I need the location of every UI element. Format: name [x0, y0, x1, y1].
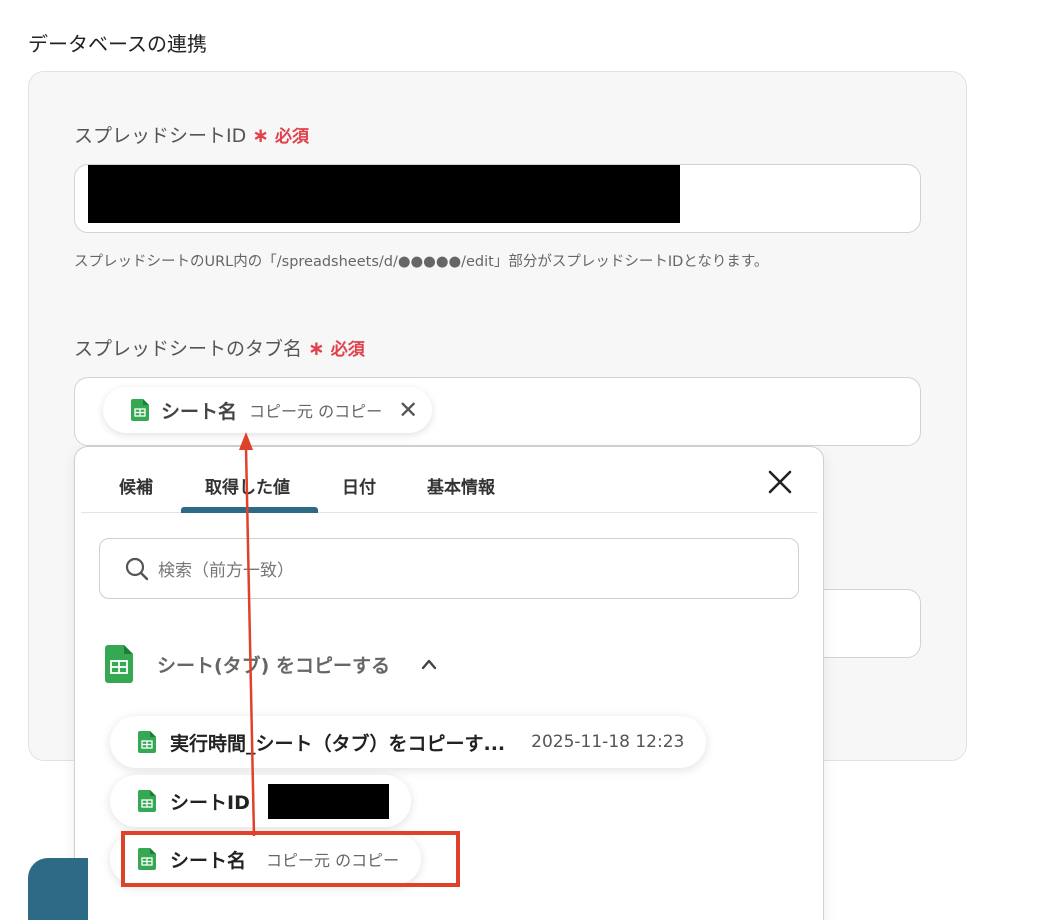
tab-date[interactable]: 日付: [342, 473, 376, 498]
search-icon: [125, 557, 149, 580]
required-mark: ∗: [308, 335, 325, 360]
sheets-icon: [138, 731, 156, 753]
section-title: データベースの連携: [28, 32, 207, 56]
tab-acquired-values[interactable]: 取得した値: [205, 473, 290, 498]
close-icon[interactable]: [765, 467, 795, 497]
highlight-box: [121, 831, 460, 887]
redacted-value: [267, 783, 389, 819]
item-label: 実行時間_シート（タブ）をコピーす...: [170, 732, 506, 755]
sheets-icon: [138, 790, 156, 812]
page: データベースの連携 スプレッドシートID ∗ 必須 スプレッドシートのURL内の…: [0, 0, 1048, 920]
sheets-icon: [105, 645, 133, 683]
item-label: シートID: [170, 791, 250, 814]
tab-name-label: スプレッドシートのタブ名 ∗ 必須: [74, 334, 365, 361]
chip-main-text: シート名: [161, 400, 238, 423]
spreadsheet-id-help: スプレッドシートのURL内の「/spreadsheets/d/●●●●●/edi…: [74, 254, 769, 270]
sheets-icon: [131, 399, 149, 421]
group-label: シート(タブ) をコピーする: [157, 654, 390, 677]
search-input[interactable]: 検索（前方一致）: [99, 538, 799, 599]
chip-sub-text: コピー元 のコピー: [249, 402, 383, 421]
popover-tabs: 候補 取得した値 日付 基本情報: [81, 447, 817, 513]
spreadsheet-id-input[interactable]: [74, 164, 921, 233]
list-item[interactable]: 実行時間_シート（タブ）をコピーす... 2025-11-18 12:23: [110, 716, 707, 768]
spreadsheet-id-label: スプレッドシートID ∗ 必須: [74, 121, 309, 148]
chevron-up-icon[interactable]: [420, 658, 438, 670]
required-mark: ∗: [252, 122, 269, 147]
required-text: 必須: [275, 127, 309, 147]
tab-name-value-chip[interactable]: シート名 コピー元 のコピー ✕: [103, 387, 433, 433]
list-item[interactable]: シートID: [110, 775, 411, 827]
group-header[interactable]: シート(タブ) をコピーする: [105, 645, 438, 683]
active-tab-indicator: [181, 507, 318, 513]
chip-close-icon[interactable]: ✕: [398, 398, 418, 422]
redacted-value: [88, 165, 680, 223]
search-placeholder: 検索（前方一致）: [158, 561, 294, 581]
tab-basic-info[interactable]: 基本情報: [427, 473, 495, 498]
tab-name-label-text: スプレッドシートのタブ名: [74, 338, 303, 360]
spreadsheet-id-label-text: スプレッドシートID: [74, 125, 247, 147]
tab-candidates[interactable]: 候補: [119, 473, 153, 498]
required-text: 必須: [330, 340, 365, 360]
item-date: 2025-11-18 12:23: [531, 732, 685, 752]
submit-button[interactable]: [28, 858, 88, 920]
